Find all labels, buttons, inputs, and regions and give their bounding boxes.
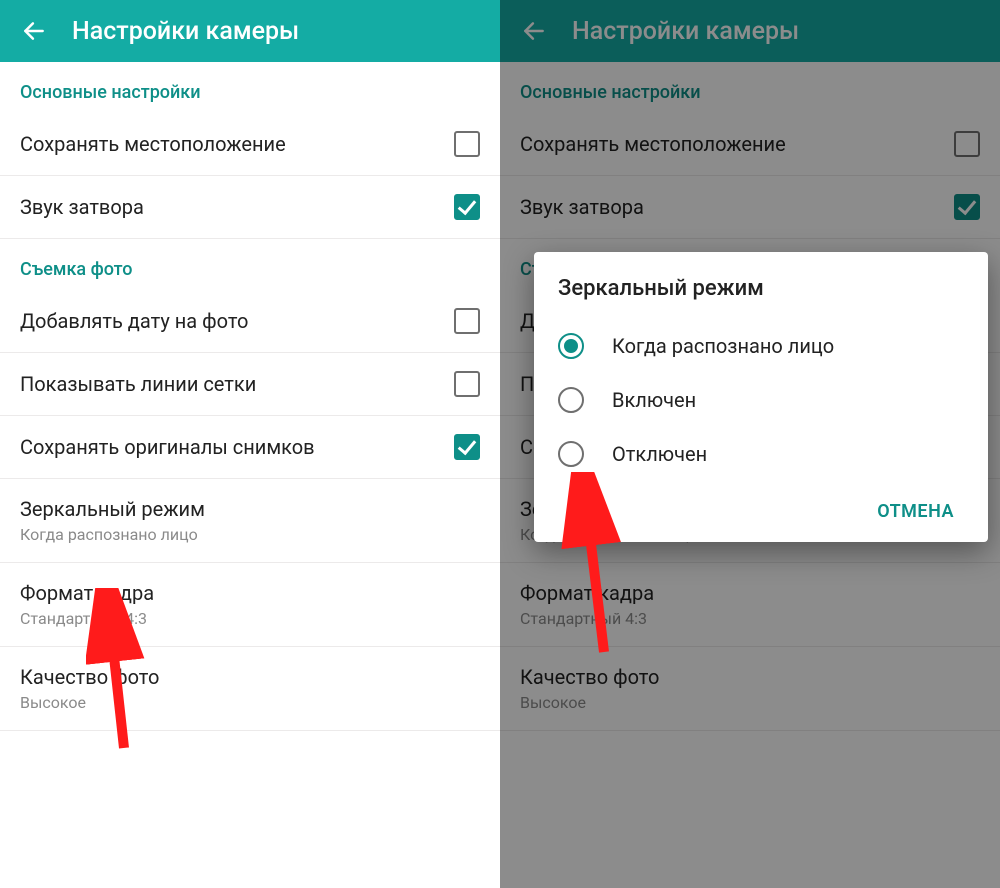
row-label: Формат кадра bbox=[520, 581, 980, 605]
row-label: Показывать линии сетки bbox=[20, 372, 454, 396]
checkbox-shutter-sound[interactable] bbox=[954, 194, 980, 220]
row-save-location[interactable]: Сохранять местоположение bbox=[0, 113, 500, 176]
section-header-main: Основные настройки bbox=[500, 62, 1000, 113]
checkbox-save-location[interactable] bbox=[954, 131, 980, 157]
row-label: Зеркальный режим bbox=[20, 497, 480, 521]
row-frame-format[interactable]: Формат кадра Стандартный 4:3 bbox=[0, 563, 500, 647]
row-value: Высокое bbox=[520, 693, 980, 712]
row-add-date[interactable]: Добавлять дату на фото bbox=[0, 290, 500, 353]
radio-option-on[interactable]: Включен bbox=[558, 373, 964, 427]
row-label: Звук затвора bbox=[20, 195, 454, 219]
checkbox-shutter-sound[interactable] bbox=[454, 194, 480, 220]
back-button[interactable] bbox=[516, 13, 552, 49]
cancel-button[interactable]: ОТМЕНА bbox=[867, 493, 964, 530]
radio-label: Когда распознано лицо bbox=[612, 334, 834, 358]
section-header-main: Основные настройки bbox=[0, 62, 500, 113]
row-label: Звук затвора bbox=[520, 195, 954, 219]
dialog-title: Зеркальный режим bbox=[558, 276, 964, 301]
dialog-mirror-mode: Зеркальный режим Когда распознано лицо В… bbox=[534, 252, 988, 542]
radio-option-face[interactable]: Когда распознано лицо bbox=[558, 319, 964, 373]
checkbox-save-originals[interactable] bbox=[454, 434, 480, 460]
checkbox-add-date[interactable] bbox=[454, 308, 480, 334]
screen-left: Настройки камеры Основные настройки Сохр… bbox=[0, 0, 500, 888]
arrow-left-icon bbox=[21, 18, 47, 44]
back-button[interactable] bbox=[16, 13, 52, 49]
radio-label: Включен bbox=[612, 388, 696, 412]
row-mirror-mode[interactable]: Зеркальный режим Когда распознано лицо bbox=[0, 479, 500, 563]
row-photo-quality[interactable]: Качество фото Высокое bbox=[500, 647, 1000, 731]
row-value: Когда распознано лицо bbox=[20, 525, 480, 544]
screen-right: Настройки камеры Основные настройки Сохр… bbox=[500, 0, 1000, 888]
row-label: Сохранять местоположение bbox=[20, 132, 454, 156]
dialog-actions: ОТМЕНА bbox=[558, 481, 964, 530]
row-label: Качество фото bbox=[520, 665, 980, 689]
radio-icon[interactable] bbox=[558, 387, 584, 413]
row-label: Качество фото bbox=[20, 665, 480, 689]
radio-label: Отключен bbox=[612, 442, 707, 466]
row-frame-format[interactable]: Формат кадра Стандартный 4:3 bbox=[500, 563, 1000, 647]
appbar: Настройки камеры bbox=[0, 0, 500, 62]
appbar: Настройки камеры bbox=[500, 0, 1000, 62]
row-label: Сохранять местоположение bbox=[520, 132, 954, 156]
checkbox-show-grid[interactable] bbox=[454, 371, 480, 397]
row-shutter-sound[interactable]: Звук затвора bbox=[500, 176, 1000, 239]
radio-icon[interactable] bbox=[558, 441, 584, 467]
section-header-photo: Съемка фото bbox=[0, 239, 500, 290]
page-title: Настройки камеры bbox=[572, 17, 799, 46]
row-label: Добавлять дату на фото bbox=[20, 309, 454, 333]
row-show-grid[interactable]: Показывать линии сетки bbox=[0, 353, 500, 416]
row-label: Формат кадра bbox=[20, 581, 480, 605]
row-value: Стандартный 4:3 bbox=[20, 609, 480, 628]
row-shutter-sound[interactable]: Звук затвора bbox=[0, 176, 500, 239]
checkbox-save-location[interactable] bbox=[454, 131, 480, 157]
radio-option-off[interactable]: Отключен bbox=[558, 427, 964, 481]
page-title: Настройки камеры bbox=[72, 17, 299, 46]
arrow-left-icon bbox=[521, 18, 547, 44]
row-value: Стандартный 4:3 bbox=[520, 609, 980, 628]
row-save-location[interactable]: Сохранять местоположение bbox=[500, 113, 1000, 176]
row-save-originals[interactable]: Сохранять оригиналы снимков bbox=[0, 416, 500, 479]
row-label: Сохранять оригиналы снимков bbox=[20, 435, 454, 459]
row-photo-quality[interactable]: Качество фото Высокое bbox=[0, 647, 500, 731]
radio-icon[interactable] bbox=[558, 333, 584, 359]
row-value: Высокое bbox=[20, 693, 480, 712]
